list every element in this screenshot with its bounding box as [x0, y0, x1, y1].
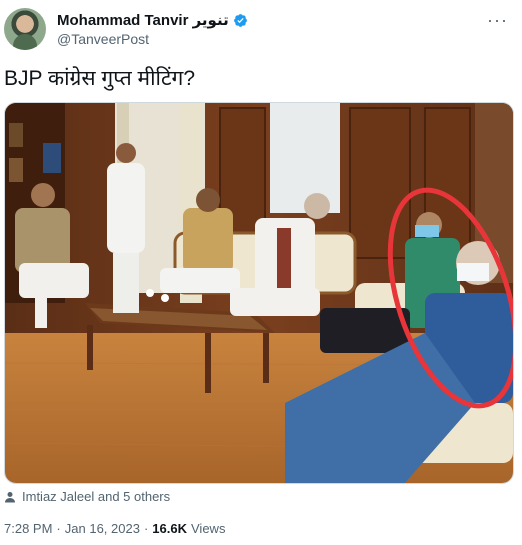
tweet-date[interactable]: Jan 16, 2023	[65, 521, 140, 536]
tweet-meta: 7:28 PM · Jan 16, 2023 · 16.6K Views	[4, 521, 225, 536]
tweet-photo[interactable]	[4, 102, 514, 484]
tagged-people-label[interactable]: Imtiaz Jaleel and 5 others	[22, 489, 170, 504]
views-count: 16.6K	[152, 521, 187, 536]
verified-badge-icon	[233, 13, 247, 27]
author-handle[interactable]: @TanveerPost	[57, 31, 149, 47]
author-name-row[interactable]: Mohammad Tanvir تنویر	[57, 11, 248, 29]
meeting-photo-illustration	[5, 103, 513, 483]
tagged-people[interactable]: Imtiaz Jaleel and 5 others	[4, 489, 170, 504]
avatar[interactable]	[4, 8, 46, 50]
tweet-header: Mohammad Tanvir تنویر @TanveerPost ···	[0, 0, 522, 56]
views-label: Views	[191, 521, 226, 536]
person-icon	[5, 491, 15, 502]
meta-separator: ·	[56, 521, 61, 536]
meta-separator: ·	[143, 521, 149, 536]
author-name[interactable]: Mohammad Tanvir تنویر	[57, 11, 229, 29]
tweet-text: BJP कांग्रेस गुप्त मीटिंग?	[4, 67, 196, 90]
tweet-time[interactable]: 7:28 PM	[4, 521, 52, 536]
more-options-icon[interactable]: ···	[487, 10, 508, 31]
